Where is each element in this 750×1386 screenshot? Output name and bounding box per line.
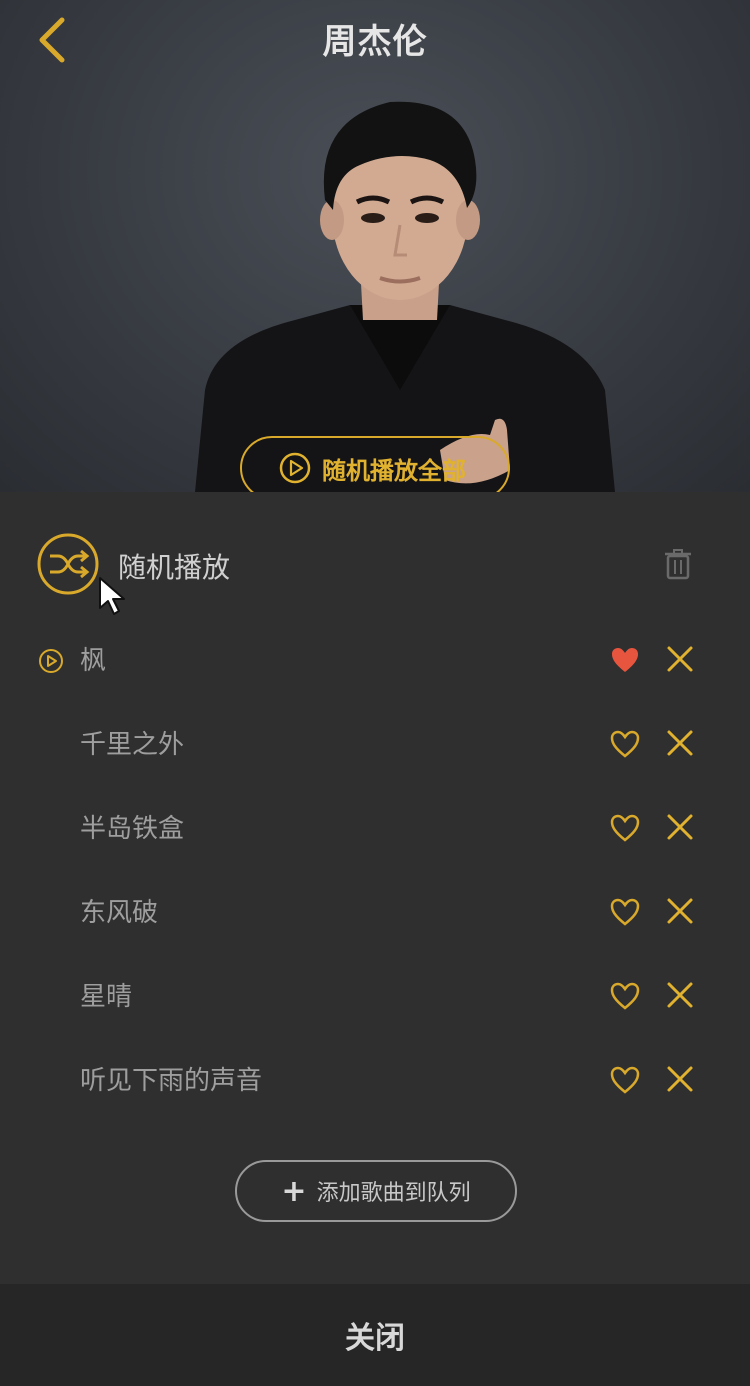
- artist-hero: 周杰伦 随机播放全部: [0, 0, 750, 492]
- heart-outline-icon[interactable]: [610, 898, 640, 926]
- heart-outline-icon[interactable]: [610, 1066, 640, 1094]
- list-item[interactable]: 星晴: [0, 966, 750, 1026]
- song-title: 千里之外: [80, 730, 185, 760]
- mouse-cursor-icon: [99, 577, 125, 615]
- add-to-queue-button[interactable]: + 添加歌曲到队列: [235, 1160, 517, 1222]
- close-button[interactable]: 关闭: [0, 1284, 750, 1386]
- list-item[interactable]: 枫: [0, 630, 750, 690]
- list-item[interactable]: 听见下雨的声音: [0, 1050, 750, 1110]
- plus-icon: +: [281, 1173, 307, 1209]
- song-title: 枫: [80, 646, 107, 676]
- song-title: 半岛铁盒: [80, 814, 185, 844]
- shuffle-label: 随机播放: [118, 551, 231, 584]
- now-playing-icon: [39, 649, 63, 673]
- remove-icon[interactable]: [666, 813, 694, 841]
- heart-outline-icon[interactable]: [610, 730, 640, 758]
- heart-outline-icon[interactable]: [610, 814, 640, 842]
- remove-icon[interactable]: [666, 1065, 694, 1093]
- song-title: 听见下雨的声音: [80, 1066, 263, 1096]
- queue-panel: 随机播放 枫 千里之外 半岛铁盒 东风破 星晴 听见下雨的声音 + 添加歌曲到队…: [0, 492, 750, 1284]
- artist-photo: [195, 101, 615, 492]
- list-item[interactable]: 东风破: [0, 882, 750, 942]
- remove-icon[interactable]: [666, 897, 694, 925]
- shuffle-all-label: 随机播放全部: [322, 456, 466, 485]
- remove-icon[interactable]: [666, 645, 694, 673]
- close-label: 关闭: [345, 1321, 405, 1356]
- page-title: 周杰伦: [322, 22, 428, 62]
- remove-icon[interactable]: [666, 981, 694, 1009]
- add-to-queue-label: 添加歌曲到队列: [316, 1181, 471, 1206]
- list-item[interactable]: 半岛铁盒: [0, 798, 750, 858]
- song-title: 东风破: [80, 898, 159, 928]
- heart-outline-icon[interactable]: [610, 982, 640, 1010]
- list-item[interactable]: 千里之外: [0, 714, 750, 774]
- shuffle-icon[interactable]: [36, 532, 100, 596]
- remove-icon[interactable]: [666, 729, 694, 757]
- trash-icon[interactable]: [664, 548, 692, 580]
- shuffle-all-button[interactable]: 随机播放全部: [240, 436, 510, 492]
- heart-filled-icon[interactable]: [610, 646, 640, 674]
- song-title: 星晴: [80, 982, 133, 1012]
- play-circle-icon: [279, 452, 311, 484]
